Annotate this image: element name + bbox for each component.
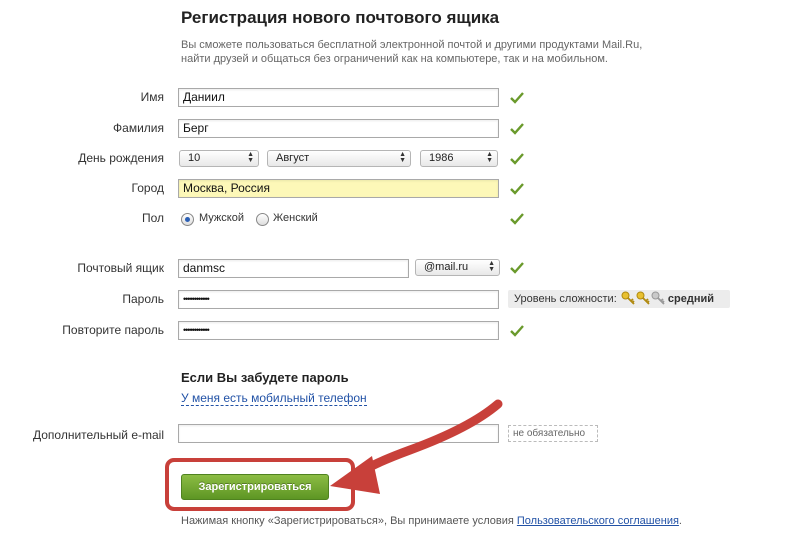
gender-female-label[interactable]: Женский	[273, 212, 318, 224]
name-label: Имя	[140, 90, 164, 104]
key-icon	[651, 291, 665, 305]
terms-suffix: .	[678, 515, 682, 527]
terms-text: Нажимая кнопку «Зарегистрироваться», Вы …	[181, 515, 682, 527]
password-strength-indicator: Уровень сложности: средний	[508, 290, 730, 308]
password-input[interactable]: ••••••••••••	[178, 290, 499, 309]
recovery-heading: Если Вы забудете пароль	[181, 370, 349, 385]
intro-text: Вы сможете пользоваться бесплатной элект…	[181, 38, 701, 66]
city-label: Город	[131, 181, 164, 195]
check-icon	[510, 153, 524, 165]
gender-male-radio[interactable]	[181, 213, 194, 226]
updown-arrows-icon: ▲ ▼	[399, 151, 406, 164]
check-icon	[510, 92, 524, 104]
check-icon	[510, 213, 524, 225]
password-label: Пароль	[122, 292, 164, 306]
birth-month-select[interactable]: Август ▲ ▼	[267, 150, 411, 167]
strength-value: средний	[667, 293, 714, 305]
birthday-label: День рождения	[78, 151, 164, 165]
strength-label: Уровень сложности:	[514, 293, 617, 305]
mailbox-label: Почтовый ящик	[77, 261, 164, 275]
check-icon	[510, 325, 524, 337]
annotation-arrow-icon	[330, 399, 503, 494]
birth-year-select[interactable]: 1986 ▲ ▼	[420, 150, 498, 167]
intro-line-1: Вы сможете пользоваться бесплатной элект…	[181, 39, 643, 51]
updown-arrows-icon: ▲ ▼	[247, 151, 254, 164]
mail-domain-select[interactable]: @mail.ru ▲ ▼	[415, 259, 500, 276]
mail-domain-value: @mail.ru	[424, 261, 469, 273]
key-icon	[636, 291, 650, 305]
check-icon	[510, 262, 524, 274]
intro-line-2: найти друзей и общаться без ограничений …	[181, 53, 608, 65]
gender-female-radio[interactable]	[256, 213, 269, 226]
key-icon	[621, 291, 635, 305]
repeat-password-input[interactable]: ••••••••••••	[178, 321, 499, 340]
gender-label: Пол	[141, 211, 164, 225]
extra-email-label: Дополнительный e-mail	[32, 428, 164, 442]
updown-arrows-icon: ▲ ▼	[488, 260, 495, 273]
name-input[interactable]: Даниил	[178, 88, 499, 107]
terms-link[interactable]: Пользовательского соглашения	[517, 515, 679, 527]
mailbox-input[interactable]: danmsc	[178, 259, 409, 278]
check-icon	[510, 183, 524, 195]
birth-day-select[interactable]: 10 ▲ ▼	[179, 150, 259, 167]
surname-label: Фамилия	[113, 121, 164, 135]
repeat-password-label: Повторите пароль	[62, 323, 164, 337]
check-icon	[510, 123, 524, 135]
city-input[interactable]: Москва, Россия	[178, 179, 499, 198]
terms-prefix: Нажимая кнопку «Зарегистрироваться», Вы …	[181, 515, 517, 527]
birth-year-value: 1986	[429, 152, 454, 164]
surname-input[interactable]: Берг	[178, 119, 499, 138]
optional-hint: не обязательно	[508, 425, 598, 442]
birth-day-value: 10	[188, 152, 201, 164]
page-title: Регистрация нового почтового ящика	[181, 8, 500, 27]
birth-month-value: Август	[276, 152, 310, 164]
gender-male-label[interactable]: Мужской	[199, 212, 244, 224]
updown-arrows-icon: ▲ ▼	[486, 151, 493, 164]
